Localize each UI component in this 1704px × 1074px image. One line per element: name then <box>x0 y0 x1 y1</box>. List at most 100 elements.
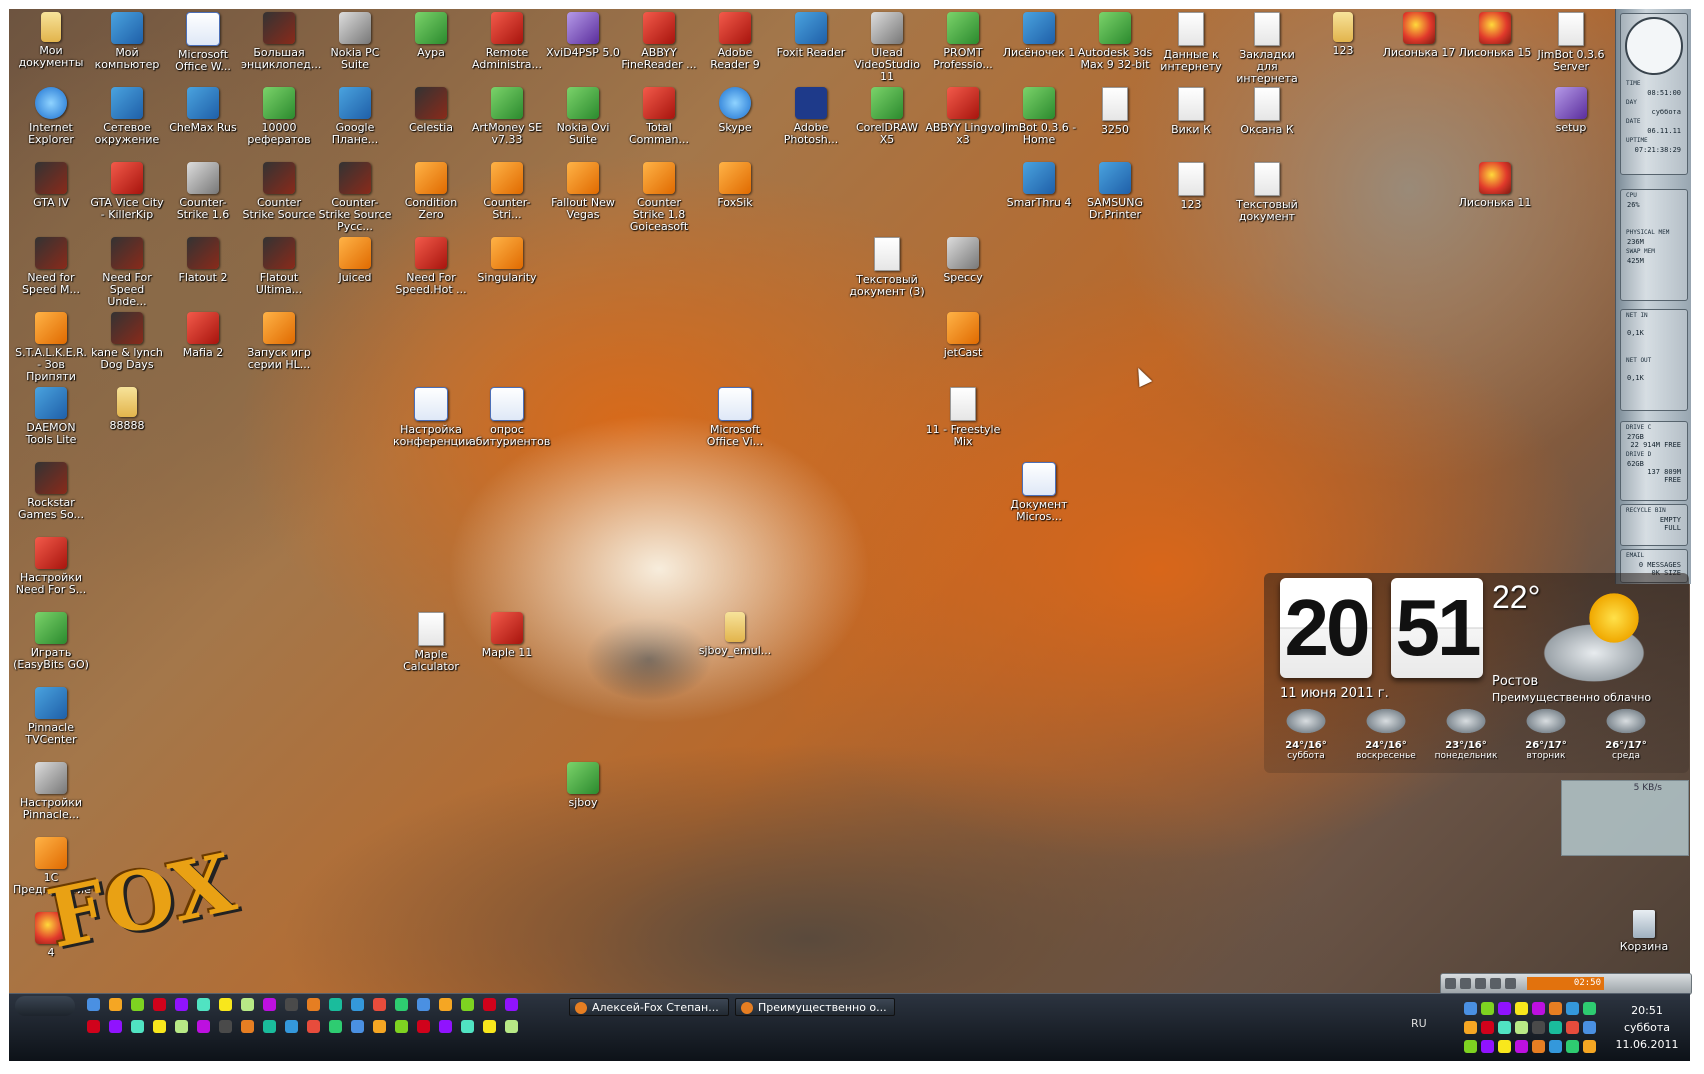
tray-icon[interactable] <box>1481 1021 1494 1034</box>
tray-icon[interactable] <box>1532 1021 1545 1034</box>
desktop-icon[interactable]: опрос абитуриентов <box>469 387 550 448</box>
desktop-icon[interactable]: 3250 <box>1077 87 1153 136</box>
desktop-icon[interactable]: Counter-Strike 1.6 <box>165 162 241 221</box>
tray-icon[interactable] <box>1498 1040 1511 1053</box>
desktop-icon[interactable]: Лисонька 17 <box>1381 12 1457 59</box>
desktop-icon[interactable]: 11 - Freestyle Mix <box>925 387 1001 448</box>
desktop-icon[interactable]: Документ Micros... <box>1001 462 1077 523</box>
desktop-icon[interactable]: Counter Strike 1.8 Goiceasoft <box>621 162 697 233</box>
quick-launch-icon[interactable] <box>461 998 474 1011</box>
desktop-icon[interactable]: 88888 <box>89 387 165 432</box>
desktop-icon[interactable]: Need For Speed.Hot ... <box>393 237 469 296</box>
desktop-icon[interactable]: Мой компьютер <box>89 12 165 71</box>
desktop-icon[interactable]: Counter-Strike Source Русс... <box>317 162 393 233</box>
desktop-icon[interactable]: kane & lynch Dog Days <box>89 312 165 371</box>
quick-launch-icon[interactable] <box>329 1020 342 1033</box>
desktop-icon[interactable]: Foxit Reader <box>773 12 849 59</box>
quick-launch-icon[interactable] <box>439 1020 452 1033</box>
desktop-icon[interactable]: Internet Explorer <box>13 87 89 146</box>
tray-icon[interactable] <box>1549 1040 1562 1053</box>
desktop-icon[interactable]: Singularity <box>469 237 545 284</box>
desktop-icon[interactable]: Ulead VideoStudio 11 <box>849 12 925 83</box>
desktop-icon[interactable]: Autodesk 3ds Max 9 32-bit <box>1077 12 1153 71</box>
desktop-icon[interactable]: Skype <box>697 87 773 134</box>
stop-button-icon[interactable] <box>1475 978 1486 989</box>
quick-launch-icon[interactable] <box>131 1020 144 1033</box>
desktop-icon[interactable]: GTA IV <box>13 162 89 209</box>
desktop-icon[interactable]: Adobe Reader 9 <box>697 12 773 71</box>
quick-launch-icon[interactable] <box>219 998 232 1011</box>
pause-button-icon[interactable] <box>1460 978 1471 989</box>
quick-launch-icon[interactable] <box>329 998 342 1011</box>
tray-icon[interactable] <box>1566 1021 1579 1034</box>
recycle-block[interactable]: RECYCLE BIN EMPTY FULL <box>1620 504 1688 546</box>
start-button[interactable] <box>15 996 75 1016</box>
desktop-icon[interactable]: Аура <box>393 12 469 59</box>
tray-icon[interactable] <box>1532 1002 1545 1015</box>
quick-launch-icon[interactable] <box>219 1020 232 1033</box>
desktop-icon[interactable]: Лисонька 15 <box>1457 12 1533 59</box>
desktop-icon[interactable]: Juiced <box>317 237 393 284</box>
recycle-bin[interactable]: Корзина <box>1606 910 1682 953</box>
quick-launch-icon[interactable] <box>307 1020 320 1033</box>
desktop-icon[interactable]: 123 <box>1305 12 1381 57</box>
desktop-icon[interactable]: Текстовый документ <box>1229 162 1305 223</box>
desktop-icon[interactable]: CheMax Rus <box>165 87 241 134</box>
tray-icon[interactable] <box>1464 1040 1477 1053</box>
desktop-icon[interactable]: Лисонька 11 <box>1457 162 1533 209</box>
desktop-icon[interactable]: Mafia 2 <box>165 312 241 359</box>
quick-launch-icon[interactable] <box>285 1020 298 1033</box>
desktop-icon[interactable]: CorelDRAW X5 <box>849 87 925 146</box>
tray-icon[interactable] <box>1566 1002 1579 1015</box>
desktop-icon[interactable]: SAMSUNG Dr.Printer <box>1077 162 1153 221</box>
desktop-icon[interactable]: Condition Zero <box>393 162 469 221</box>
quick-launch-icon[interactable] <box>263 1020 276 1033</box>
desktop-icon[interactable]: Играть (EasyBits GO) <box>13 612 89 671</box>
desktop-icon[interactable]: Pinnacle TVCenter <box>13 687 89 746</box>
tray-icon[interactable] <box>1498 1021 1511 1034</box>
quick-launch-icon[interactable] <box>175 998 188 1011</box>
desktop-icon[interactable]: Celestia <box>393 87 469 134</box>
desktop-icon[interactable]: Мои документы <box>13 12 89 69</box>
tray-icon[interactable] <box>1481 1002 1494 1015</box>
desktop-icon[interactable]: Данные к интернету <box>1153 12 1229 73</box>
tray-icon[interactable] <box>1583 1002 1596 1015</box>
desktop-icon[interactable]: JimBot 0.3.6 Server <box>1533 12 1609 73</box>
quick-launch-icon[interactable] <box>131 998 144 1011</box>
desktop-icon[interactable]: JimBot 0.3.6 - Home <box>1001 87 1077 146</box>
desktop-icon[interactable]: Rockstar Games So... <box>13 462 89 521</box>
desktop-icon[interactable]: Need for Speed M... <box>13 237 89 296</box>
desktop-icon[interactable]: Flatout 2 <box>165 237 241 284</box>
media-player-bar[interactable]: 02:50 <box>1440 973 1692 995</box>
desktop-icon[interactable]: Maple 11 <box>469 612 545 659</box>
quick-launch-icon[interactable] <box>241 1020 254 1033</box>
desktop-icon[interactable]: SmarThru 4 <box>1001 162 1077 209</box>
desktop-icon[interactable]: Remote Administra... <box>469 12 545 71</box>
desktop-icon[interactable]: sjboy <box>545 762 621 809</box>
quick-launch-icon[interactable] <box>175 1020 188 1033</box>
quick-launch-icon[interactable] <box>241 998 254 1011</box>
desktop-icon[interactable]: sjboy_emul... <box>697 612 773 657</box>
desktop-icon[interactable]: ABBYY Lingvo x3 <box>925 87 1001 146</box>
desktop-icon[interactable]: 10000 рефератов <box>241 87 317 146</box>
taskbar-task-2[interactable]: Преимущественно о... <box>735 998 895 1016</box>
quick-launch-icon[interactable] <box>395 1020 408 1033</box>
tray-icon[interactable] <box>1498 1002 1511 1015</box>
quick-launch-icon[interactable] <box>197 1020 210 1033</box>
quick-launch-icon[interactable] <box>417 998 430 1011</box>
desktop-icon[interactable]: Maple Calculator <box>393 612 469 673</box>
weather-clock-gadget[interactable]: 20 51 22° 11 июня 2011 г. Ростов Преимущ… <box>1264 573 1689 773</box>
desktop-icon[interactable]: Nokia Ovi Suite <box>545 87 621 146</box>
quick-launch-icon[interactable] <box>285 998 298 1011</box>
desktop-icon[interactable]: Лисёночек 1 <box>1001 12 1077 59</box>
desktop-icon[interactable]: Большая энциклопед... <box>241 12 321 71</box>
quick-launch-icon[interactable] <box>87 1020 100 1033</box>
quick-launch-icon[interactable] <box>109 1020 122 1033</box>
desktop-icon[interactable]: Настройки Need For S... <box>13 537 89 596</box>
desktop-icon[interactable]: Microsoft Office Vi... <box>697 387 773 448</box>
quick-launch-icon[interactable] <box>439 998 452 1011</box>
desktop-icon[interactable]: Закладки для интернета <box>1229 12 1305 85</box>
desktop-icon[interactable]: 123 <box>1153 162 1229 211</box>
desktop-icon[interactable]: Counter-Stri... <box>469 162 545 221</box>
desktop-icon[interactable]: ABBYY FineReader ... <box>621 12 697 71</box>
